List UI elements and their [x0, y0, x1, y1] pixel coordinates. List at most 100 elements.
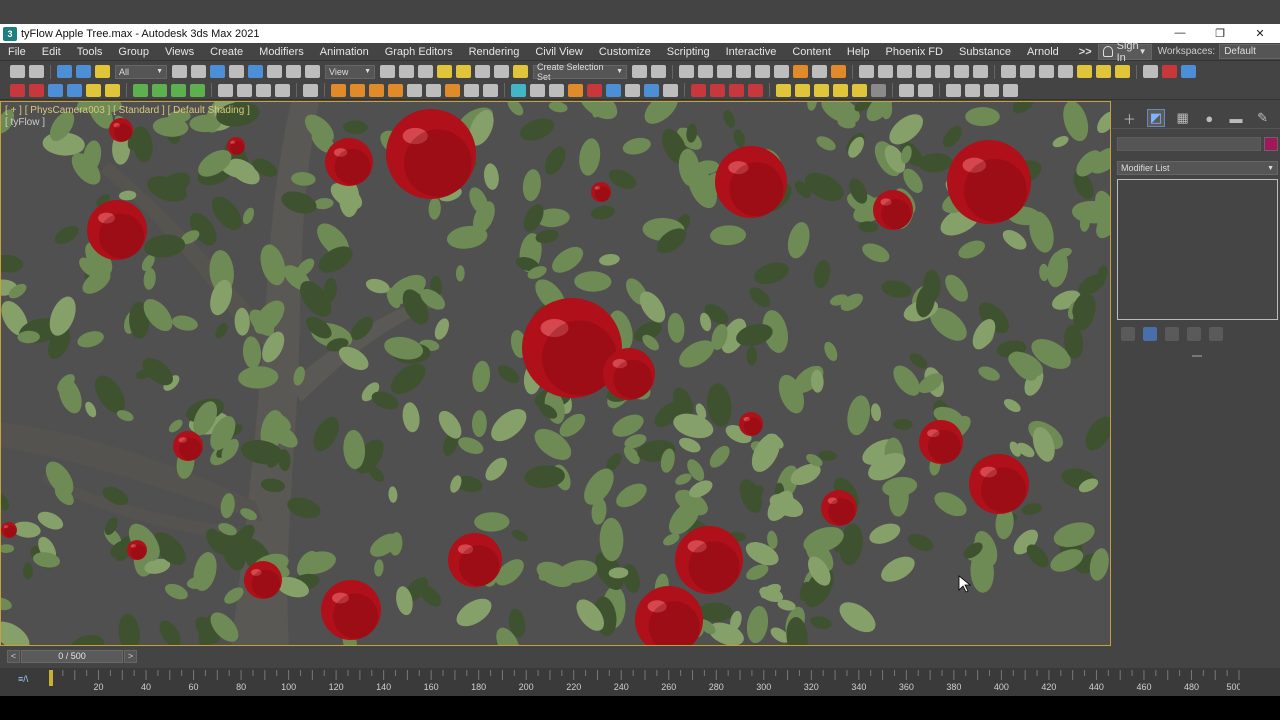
layer-explorer-icon[interactable]	[698, 65, 713, 78]
material-editor-icon[interactable]	[774, 65, 789, 78]
curve-editor-mini-icon[interactable]: ≡/\	[18, 674, 28, 684]
play-icon[interactable]	[218, 83, 233, 97]
menu-phoenix-fd[interactable]: Phoenix FD	[878, 46, 951, 58]
perspective-viewport[interactable]: [ + ] [ PhysCamera003 ] [ Standard ] [ D…	[0, 101, 1111, 646]
create-tab[interactable]: ＋	[1120, 109, 1138, 127]
measure-icon[interactable]	[918, 83, 933, 97]
object-color-swatch[interactable]	[1264, 137, 1278, 151]
create-cylinder-icon[interactable]	[1039, 65, 1054, 78]
make-unique-icon[interactable]	[1165, 327, 1179, 341]
render-production-icon[interactable]	[831, 65, 846, 78]
phoenix-ocean-icon[interactable]	[973, 65, 988, 78]
railclone-icon[interactable]	[710, 83, 725, 97]
menu-views[interactable]: Views	[157, 46, 202, 58]
fire-source-icon[interactable]	[331, 83, 346, 97]
utilities-tab[interactable]: ✎	[1254, 109, 1272, 127]
liquid-mesh-icon[interactable]	[568, 83, 583, 97]
time-slider-prev-button[interactable]: <	[7, 650, 20, 663]
vray-ipr-icon[interactable]	[29, 83, 44, 97]
menu-content[interactable]: Content	[784, 46, 839, 58]
capture-icon[interactable]	[946, 83, 961, 97]
edit-named-selection-icon[interactable]	[513, 65, 528, 78]
create-sun-icon[interactable]	[1096, 65, 1111, 78]
menu-file[interactable]: File	[0, 46, 34, 58]
rendered-frame-window-icon[interactable]	[812, 65, 827, 78]
time-slider-next-button[interactable]: >	[124, 650, 137, 663]
phoenix-liquid-icon[interactable]	[878, 65, 893, 78]
menu-arnold[interactable]: Arnold	[1019, 46, 1067, 58]
menu-scripting[interactable]: Scripting	[659, 46, 718, 58]
restore-button[interactable]: ❐	[1200, 27, 1240, 40]
select-manipulate-icon[interactable]	[399, 65, 414, 78]
scene-explorer-icon[interactable]	[679, 65, 694, 78]
vray-frame-buffer-icon[interactable]	[48, 83, 63, 97]
snap-vertex-icon[interactable]	[152, 83, 167, 97]
menu-tools[interactable]: Tools	[69, 46, 111, 58]
minimize-button[interactable]: —	[1160, 27, 1200, 40]
schematic-view-icon[interactable]	[755, 65, 770, 78]
menu-edit[interactable]: Edit	[34, 46, 69, 58]
menu-substance[interactable]: Substance	[951, 46, 1019, 58]
modifier-list-dropdown[interactable]: Modifier List ▼	[1117, 161, 1278, 175]
menu-group[interactable]: Group	[110, 46, 157, 58]
pause-icon[interactable]	[237, 83, 252, 97]
motion-tab[interactable]: ●	[1200, 109, 1218, 127]
create-omni-icon[interactable]	[1115, 65, 1130, 78]
fire-preset-icon[interactable]	[445, 83, 460, 97]
undo-icon[interactable]	[10, 65, 25, 78]
create-sphere-icon[interactable]	[1020, 65, 1035, 78]
screen-grab-icon[interactable]	[965, 83, 980, 97]
phoenix-fire-icon[interactable]	[859, 65, 874, 78]
select-by-name-icon[interactable]	[191, 65, 206, 78]
link-icon[interactable]	[57, 65, 72, 78]
question-icon[interactable]	[1003, 83, 1018, 97]
sign-in-dropdown[interactable]: Sign In ▼	[1097, 40, 1152, 64]
vray-render-icon[interactable]	[10, 83, 25, 97]
notes-icon[interactable]	[984, 83, 999, 97]
create-box-icon[interactable]	[1001, 65, 1016, 78]
show-end-result-icon[interactable]	[1143, 327, 1157, 341]
scatter-edit-icon[interactable]	[748, 83, 763, 97]
vray-sun-icon[interactable]	[86, 83, 101, 97]
snap-face-icon[interactable]	[190, 83, 205, 97]
liquid-foam-icon[interactable]	[606, 83, 621, 97]
menu-civil-view[interactable]: Civil View	[527, 46, 590, 58]
pin-stack-icon[interactable]	[1121, 327, 1135, 341]
remove-modifier-icon[interactable]	[1187, 327, 1201, 341]
viewport-sublabel[interactable]: [ tyFlow ]	[5, 117, 45, 128]
pivot-center-icon[interactable]	[380, 65, 395, 78]
select-place-icon[interactable]	[305, 65, 320, 78]
growfx-root-icon[interactable]	[852, 83, 867, 97]
phoenix-source-icon[interactable]	[897, 65, 912, 78]
tyflow-cache-icon[interactable]	[1181, 65, 1196, 78]
liquid-render-icon[interactable]	[587, 83, 602, 97]
delete-icon[interactable]	[275, 83, 290, 97]
menu-customize[interactable]: Customize	[591, 46, 659, 58]
selection-filter-dropdown[interactable]: All ▼	[115, 64, 167, 79]
growfx-trunk-icon[interactable]	[833, 83, 848, 97]
mirror-icon[interactable]	[632, 65, 647, 78]
time-slider-thumb[interactable]: 0 / 500	[21, 650, 123, 663]
redo-icon[interactable]	[29, 65, 44, 78]
menu-rendering[interactable]: Rendering	[461, 46, 528, 58]
particle-flow-icon[interactable]	[1143, 65, 1158, 78]
hierarchy-tab[interactable]: ▦	[1174, 109, 1192, 127]
list-icon[interactable]	[303, 83, 318, 97]
phoenix-particle-icon[interactable]	[916, 65, 931, 78]
turbulence-icon[interactable]	[426, 83, 441, 97]
stop-icon[interactable]	[256, 83, 271, 97]
workspaces-select[interactable]: Default ▼	[1219, 44, 1280, 59]
fire-grid-icon[interactable]	[350, 83, 365, 97]
vray-light-icon[interactable]	[67, 83, 82, 97]
liquid-wave-icon[interactable]	[644, 83, 659, 97]
render-setup-icon[interactable]	[793, 65, 808, 78]
snap-grid-icon[interactable]	[133, 83, 148, 97]
menu-graph-editors[interactable]: Graph Editors	[377, 46, 461, 58]
trackbar[interactable]: ≡/\ 20 40 60 80 100 120 140 160 180 200 220 240 260 2…	[0, 668, 1280, 696]
growfx-leaf-icon[interactable]	[795, 83, 810, 97]
spinner-snap-icon[interactable]	[494, 65, 509, 78]
menu-help[interactable]: Help	[839, 46, 878, 58]
phoenix-foam-icon[interactable]	[954, 65, 969, 78]
align-icon[interactable]	[651, 65, 666, 78]
help-icon[interactable]	[663, 83, 678, 97]
